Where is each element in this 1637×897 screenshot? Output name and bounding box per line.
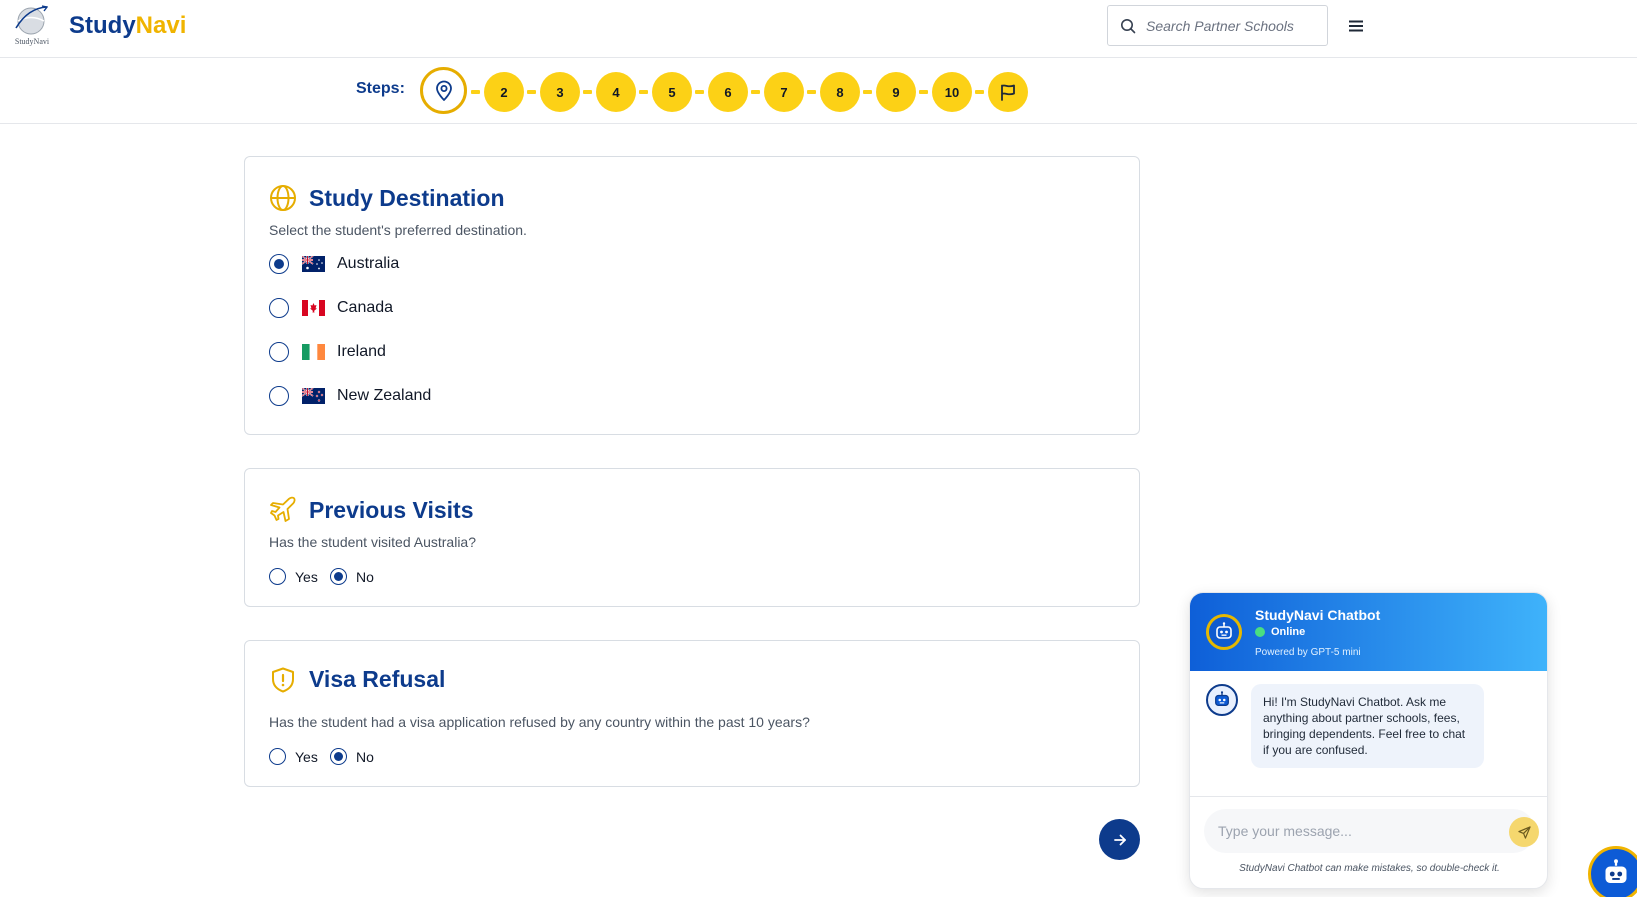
step-1-current[interactable]: [420, 67, 467, 114]
robot-icon: [1215, 691, 1229, 707]
plane-icon: [270, 496, 296, 522]
section-title: Study Destination: [309, 185, 505, 211]
australia-flag: [302, 256, 325, 272]
radio-button[interactable]: [330, 748, 347, 765]
radio-button[interactable]: [269, 568, 286, 585]
radio-button[interactable]: [269, 386, 289, 406]
hamburger-menu-button[interactable]: [1346, 16, 1366, 36]
visa-refusal-card: Visa Refusal Has the student had a visa …: [244, 640, 1140, 787]
step-4[interactable]: 4: [596, 72, 636, 112]
option-label: Yes: [295, 748, 318, 765]
robot-icon: [1216, 622, 1232, 639]
step-5[interactable]: 5: [652, 72, 692, 112]
top-navigation-bar: StudyNavi StudyNavi: [0, 0, 1637, 58]
arrow-right-icon: [1113, 834, 1126, 845]
step-3[interactable]: 3: [540, 72, 580, 112]
search-box[interactable]: [1107, 5, 1328, 46]
radio-button[interactable]: [269, 342, 289, 362]
brand-part-navi: Navi: [135, 12, 187, 39]
step-connector: [639, 90, 648, 94]
robot-icon: [1605, 859, 1627, 883]
option-label: New Zealand: [337, 387, 432, 404]
step-10[interactable]: 10: [932, 72, 972, 112]
search-input[interactable]: [1146, 17, 1311, 34]
bot-message-bubble: Hi! I'm StudyNavi Chatbot. Ask me anythi…: [1251, 684, 1484, 768]
destination-option-new-zealand[interactable]: New Zealand: [269, 386, 431, 406]
shield-alert-icon: [272, 667, 294, 693]
divider: [1190, 796, 1547, 797]
study-destination-card: Study Destination Select the student's p…: [244, 156, 1140, 435]
ireland-flag: [302, 344, 325, 360]
option-label: No: [356, 568, 374, 585]
radio-button[interactable]: [330, 568, 347, 585]
step-connector: [863, 90, 872, 94]
status-text: Online: [1271, 626, 1306, 638]
radio-button[interactable]: [269, 748, 286, 765]
step-6[interactable]: 6: [708, 72, 748, 112]
brand-name[interactable]: StudyNavi: [69, 12, 186, 40]
studynavi-logo[interactable]: StudyNavi: [6, 4, 54, 48]
radio-button[interactable]: [269, 298, 289, 318]
message-avatar: [1206, 684, 1238, 716]
section-question: Has the student visited Australia?: [269, 534, 477, 550]
chatbot-disclaimer: StudyNavi Chatbot can make mistakes, so …: [1239, 863, 1500, 874]
refusal-no-option[interactable]: No: [330, 748, 374, 765]
hamburger-menu-icon: [1349, 20, 1363, 32]
option-label: No: [356, 748, 374, 765]
chatbot-panel: StudyNavi Chatbot Online Powered by GPT-…: [1189, 592, 1548, 889]
flag-icon: [1001, 84, 1015, 101]
steps-progress-bar: Steps: 2 3 4 5 6 7 8 9 10: [0, 58, 1637, 124]
section-description: Select the student's preferred destinati…: [269, 222, 527, 238]
step-8[interactable]: 8: [820, 72, 860, 112]
radio-button[interactable]: [269, 254, 289, 274]
logo-globe-icon: [15, 5, 48, 35]
send-button[interactable]: [1509, 817, 1539, 847]
steps-label: Steps:: [356, 80, 405, 97]
step-9[interactable]: 9: [876, 72, 916, 112]
visits-yes-option[interactable]: Yes: [269, 568, 318, 585]
chatbot-name: StudyNavi Chatbot: [1255, 607, 1381, 623]
canada-flag: [302, 300, 325, 316]
destination-option-australia[interactable]: Australia: [269, 254, 399, 274]
option-label: Yes: [295, 568, 318, 585]
brand-part-study: Study: [69, 12, 136, 39]
step-connector: [751, 90, 760, 94]
step-2[interactable]: 2: [484, 72, 524, 112]
chatbot-status: Online: [1255, 626, 1305, 638]
chat-message-input[interactable]: [1218, 823, 1488, 839]
chatbot-header: StudyNavi Chatbot Online Powered by GPT-…: [1190, 593, 1547, 671]
option-label: Australia: [337, 255, 400, 272]
next-step-button[interactable]: [1099, 819, 1140, 860]
logo-caption: StudyNavi: [14, 37, 50, 46]
globe-icon: [270, 185, 296, 211]
section-title: Previous Visits: [309, 497, 474, 523]
search-icon: [1121, 18, 1136, 33]
previous-visits-card: Previous Visits Has the student visited …: [244, 468, 1140, 607]
chatbot-avatar: [1206, 614, 1242, 650]
step-connector: [471, 90, 480, 94]
map-pin-icon: [435, 80, 452, 101]
section-question: Has the student had a visa application r…: [269, 714, 810, 730]
step-connector: [919, 90, 928, 94]
new-zealand-flag: [302, 388, 325, 404]
chat-input-box[interactable]: [1204, 809, 1539, 853]
powered-by-text: Powered by GPT-5 mini: [1255, 647, 1361, 658]
online-indicator: [1255, 627, 1265, 637]
send-icon: [1517, 825, 1531, 839]
step-7[interactable]: 7: [764, 72, 804, 112]
destination-option-ireland[interactable]: Ireland: [269, 342, 386, 362]
step-connector: [695, 90, 704, 94]
step-connector: [583, 90, 592, 94]
step-connector: [807, 90, 816, 94]
refusal-yes-option[interactable]: Yes: [269, 748, 318, 765]
option-label: Canada: [337, 299, 394, 316]
step-connector: [975, 90, 984, 94]
step-connector: [527, 90, 536, 94]
step-final[interactable]: [988, 72, 1028, 112]
option-label: Ireland: [337, 343, 386, 360]
chatbot-toggle-button[interactable]: [1588, 846, 1637, 897]
section-title: Visa Refusal: [309, 666, 446, 692]
destination-option-canada[interactable]: Canada: [269, 298, 393, 318]
visits-no-option[interactable]: No: [330, 568, 374, 585]
